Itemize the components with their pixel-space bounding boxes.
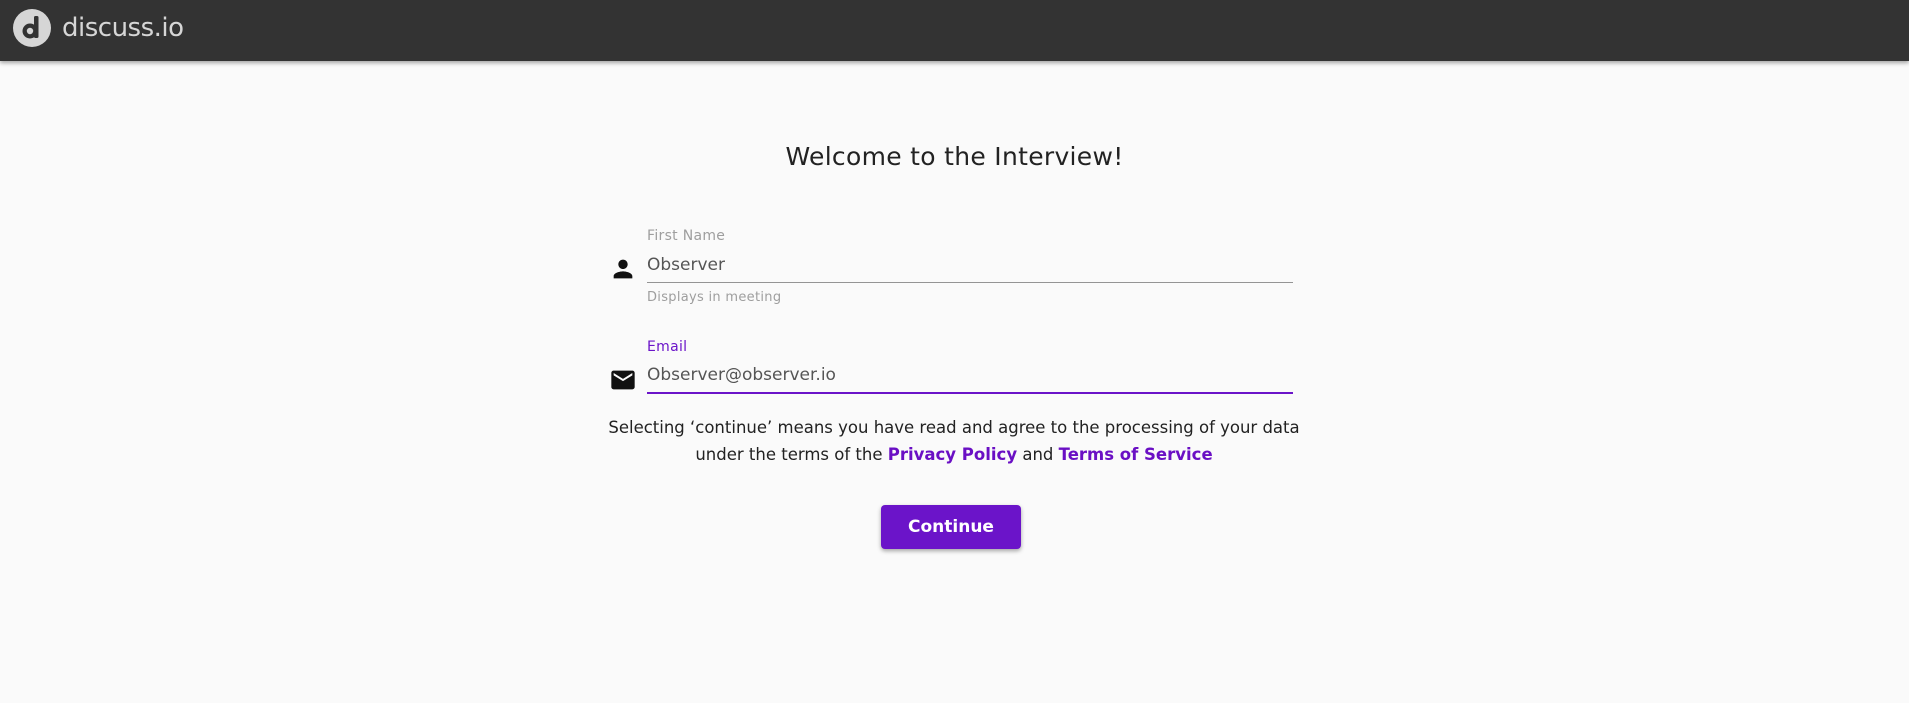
privacy-policy-link[interactable]: Privacy Policy bbox=[888, 445, 1017, 464]
discuss-logo-icon bbox=[13, 9, 51, 47]
consent-joiner: and bbox=[1022, 445, 1054, 464]
page-title: Welcome to the Interview! bbox=[785, 142, 1124, 171]
first-name-hint: Displays in meeting bbox=[647, 290, 782, 305]
first-name-input[interactable] bbox=[647, 248, 1293, 283]
first-name-label: First Name bbox=[647, 228, 726, 244]
brand-name: discuss.io bbox=[62, 13, 184, 43]
email-input[interactable] bbox=[647, 358, 1293, 394]
email-label: Email bbox=[647, 339, 688, 355]
mail-icon bbox=[611, 370, 635, 390]
person-icon bbox=[613, 259, 633, 279]
terms-of-service-link[interactable]: Terms of Service bbox=[1059, 445, 1213, 464]
consent-text: Selecting ‘continue’ means you have read… bbox=[604, 414, 1304, 468]
top-bar: discuss.io bbox=[0, 0, 1909, 61]
continue-button[interactable]: Continue bbox=[881, 505, 1021, 549]
brand-logo[interactable]: discuss.io bbox=[12, 8, 184, 48]
